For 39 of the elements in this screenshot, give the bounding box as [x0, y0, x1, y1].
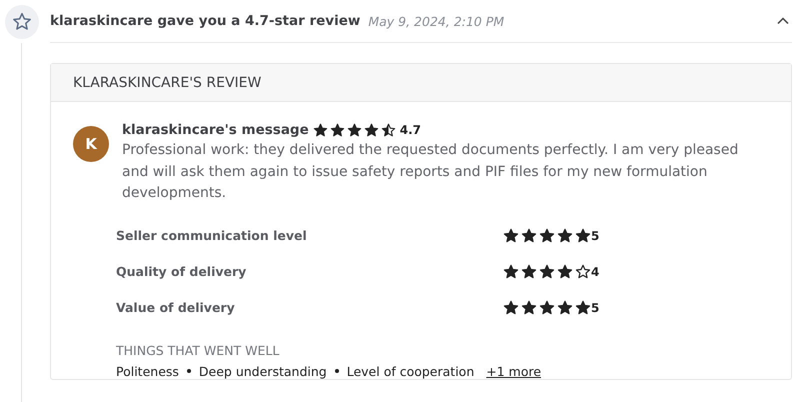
star-icon [521, 300, 537, 316]
star-icon [575, 228, 591, 244]
rating-score: 4 [591, 264, 600, 278]
star-icon [503, 228, 519, 244]
highlight-tag: Politeness [116, 364, 179, 378]
star-icon [557, 264, 573, 280]
rating-score: 5 [591, 228, 600, 242]
star-icon [557, 228, 573, 244]
highlight-tag: Level of cooperation [346, 364, 474, 378]
section-heading: THINGS THAT WENT WELL [116, 342, 280, 358]
rating-score: 5 [591, 300, 600, 314]
rating-score: 4.7 [400, 123, 422, 137]
star-icon [380, 122, 396, 138]
rating-label: Value of delivery [116, 300, 236, 315]
star-icon [575, 264, 591, 280]
star-icon [12, 12, 32, 32]
rating-label: Quality of delivery [116, 264, 248, 279]
review-message: Professional work: they delivered the requested documents perfectly. I am very pleased and will ask them again to issue safety reports and PIF files for my new formulation developments. [122, 141, 740, 203]
star-icon [575, 300, 591, 316]
star-icon [539, 300, 555, 316]
author-name: klaraskincare's message [122, 122, 309, 138]
notification-time: May 9, 2024, 2:10 PM [368, 14, 504, 28]
star-icon [503, 264, 519, 280]
star-icon [312, 122, 328, 138]
star-icon [503, 300, 519, 316]
more-link[interactable]: +1 more [486, 364, 542, 378]
star-icon [539, 228, 555, 244]
star-icon [330, 122, 345, 138]
star-icon [521, 264, 537, 280]
star-icon [521, 228, 537, 244]
card-heading: KLARASKINCARE'S REVIEW [73, 74, 262, 90]
avatar: K [73, 126, 109, 162]
star-icon [364, 122, 379, 138]
highlight-tag: Deep understanding [198, 364, 327, 378]
notification-title: klaraskincare gave you a 4.7-star review [50, 13, 360, 29]
star-icon [557, 300, 573, 316]
star-icon [346, 122, 362, 138]
star-icon [539, 264, 555, 280]
rating-label: Seller communication level [116, 228, 308, 243]
